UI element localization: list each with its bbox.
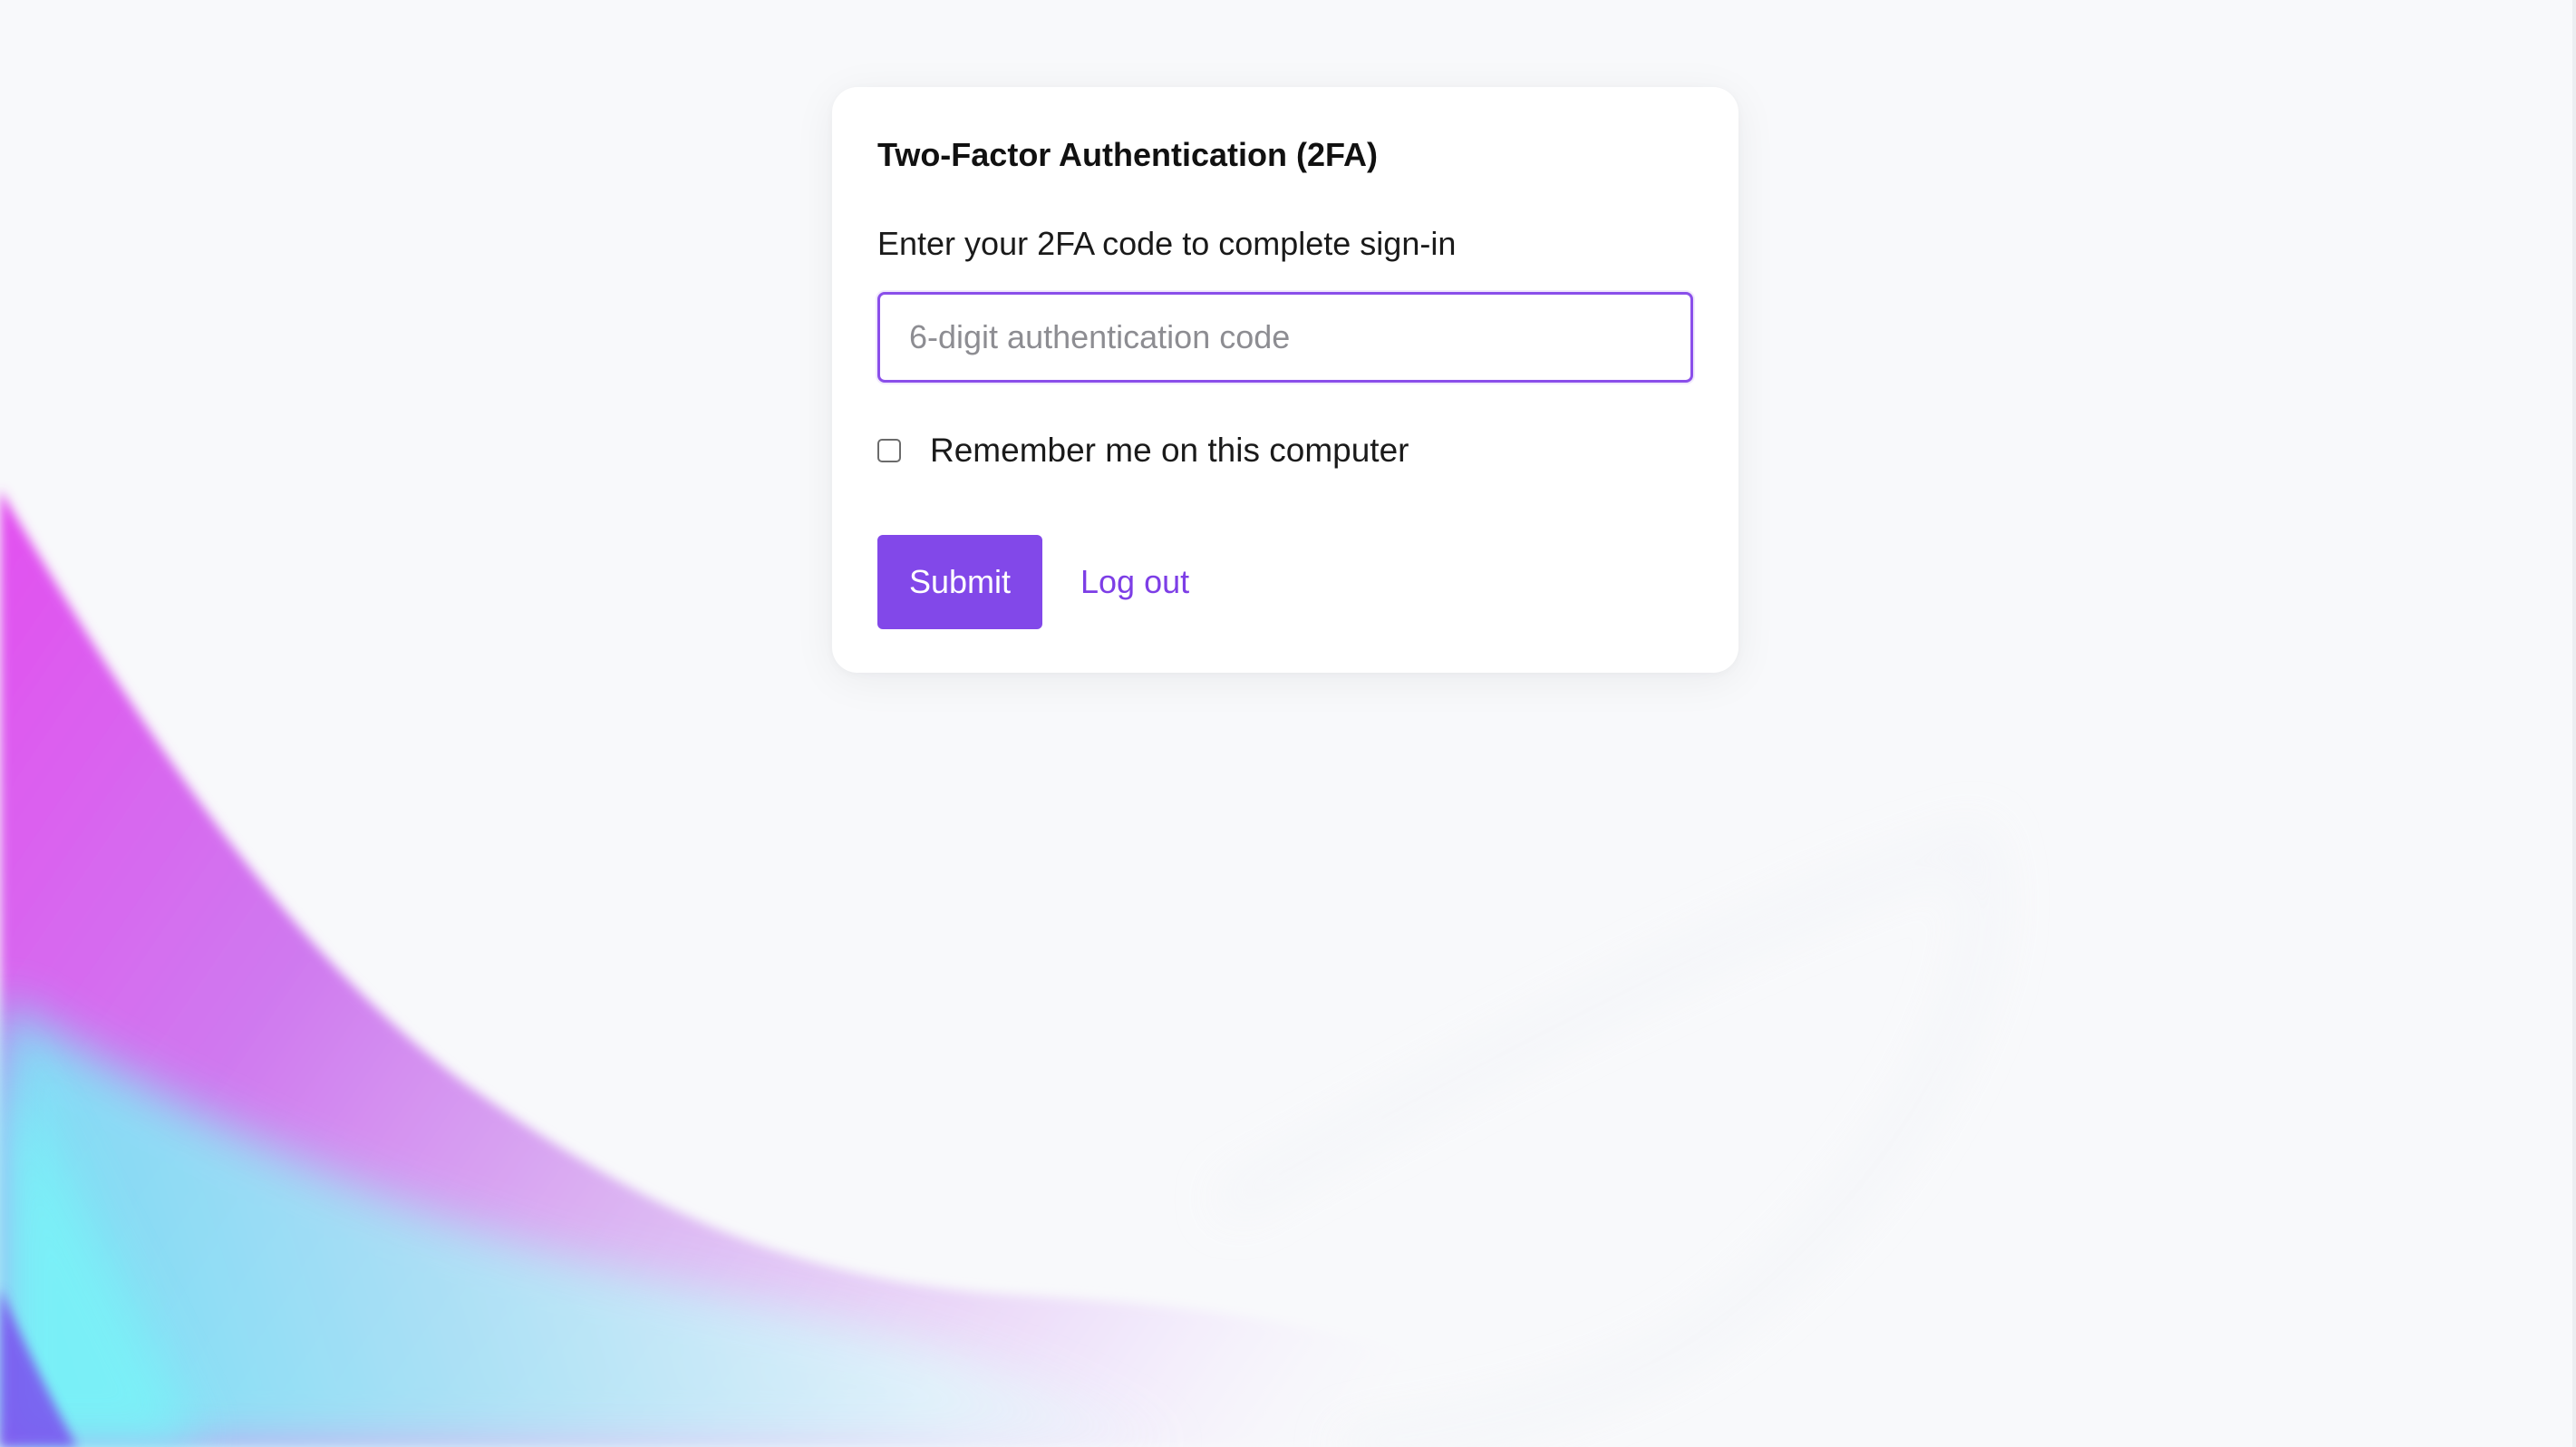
logout-link[interactable]: Log out xyxy=(1080,535,1189,629)
remember-me-row: Remember me on this computer xyxy=(877,428,1409,473)
remember-me-checkbox[interactable] xyxy=(877,439,901,462)
two-factor-card: Two-Factor Authentication (2FA) Enter yo… xyxy=(832,87,1738,673)
authentication-code-input[interactable] xyxy=(877,292,1693,383)
submit-button[interactable]: Submit xyxy=(877,535,1042,629)
remember-me-label[interactable]: Remember me on this computer xyxy=(930,432,1409,470)
window-edge xyxy=(2572,0,2576,1447)
code-field-label: Enter your 2FA code to complete sign-in xyxy=(877,225,1457,262)
page-title: Two-Factor Authentication (2FA) xyxy=(877,136,1378,173)
